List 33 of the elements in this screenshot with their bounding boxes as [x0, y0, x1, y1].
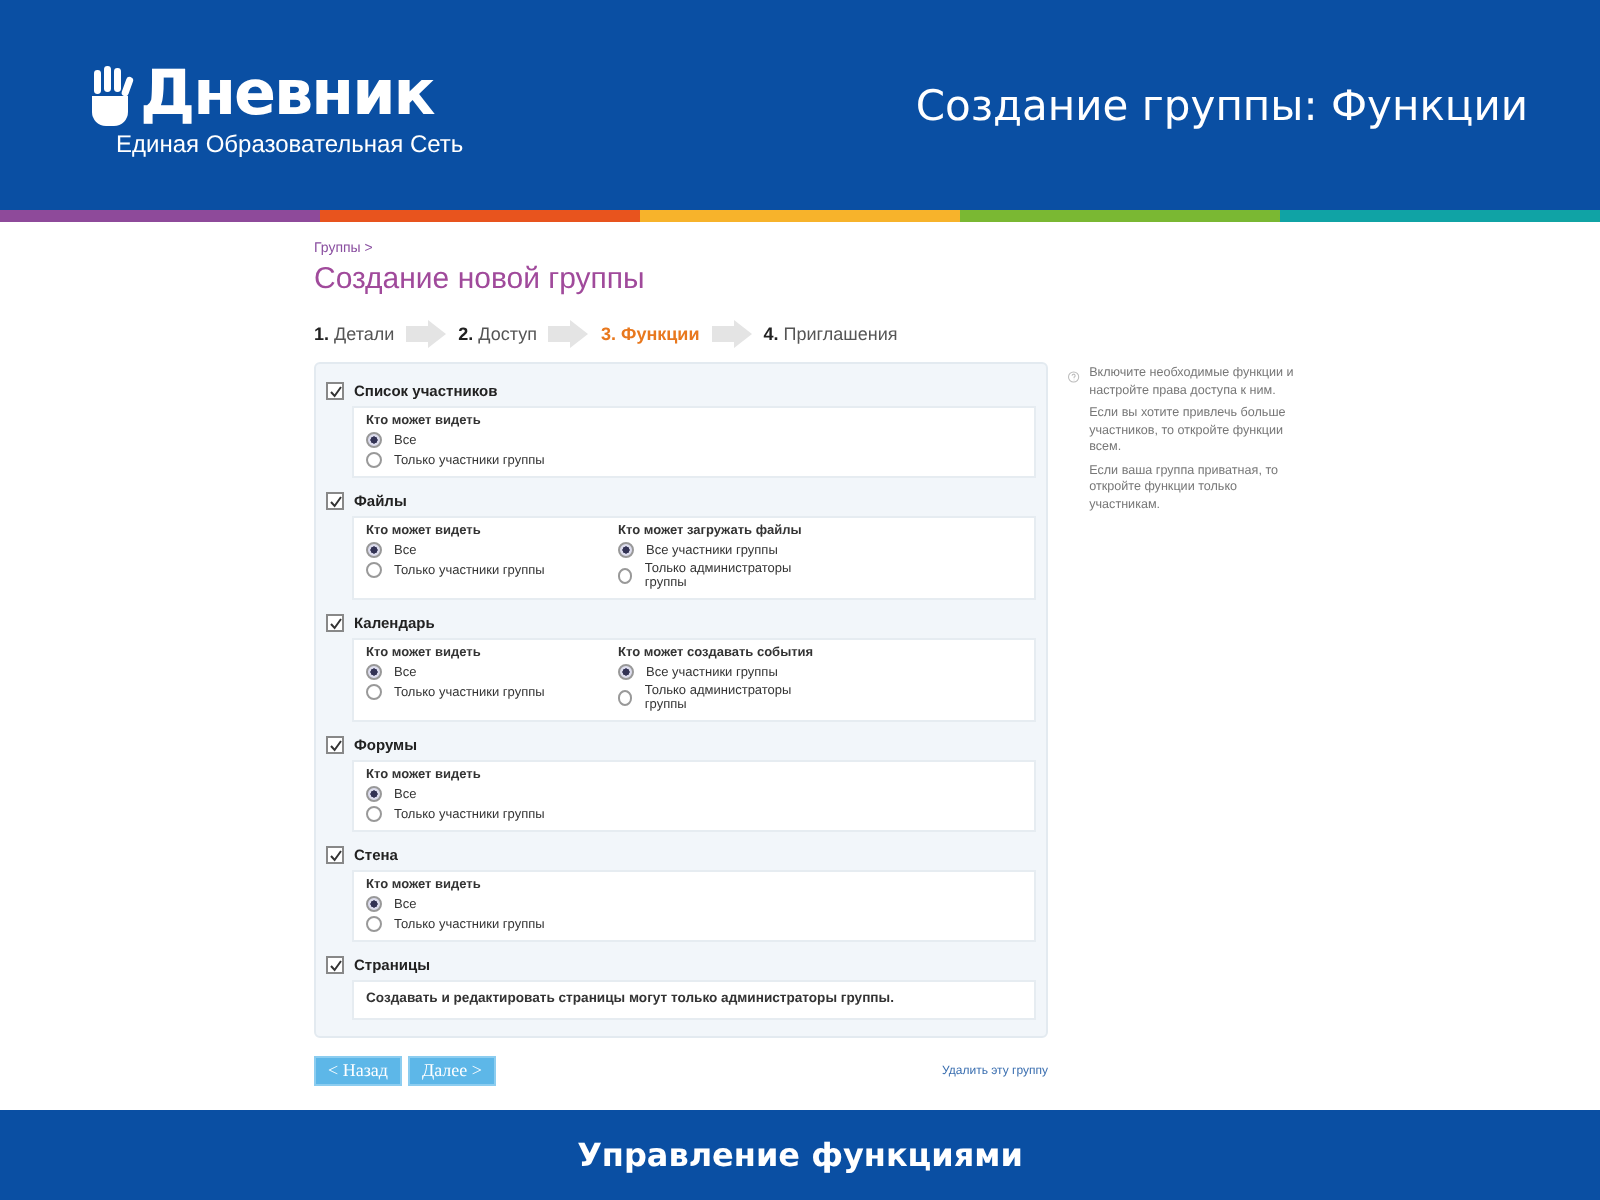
logo-subtitle: Единая Образовательная Сеть: [114, 130, 464, 158]
wizard-step[interactable]: 4. Приглашения: [763, 324, 898, 344]
wizard-step[interactable]: 2. Доступ: [458, 324, 537, 344]
arrow-icon: [548, 320, 589, 348]
footer-title: Управление функциями: [577, 1136, 1023, 1174]
radio-button[interactable]: [366, 806, 382, 822]
radio-button[interactable]: [366, 542, 382, 558]
radio-button[interactable]: [366, 452, 382, 468]
arrow-icon: [406, 320, 447, 348]
radio-button[interactable]: [618, 542, 634, 558]
checkbox[interactable]: [326, 846, 344, 864]
radio-button[interactable]: [366, 916, 382, 932]
radio-button[interactable]: [618, 664, 634, 680]
logo-text: Дневник: [140, 64, 434, 126]
radio-button[interactable]: [618, 690, 633, 706]
page-title: Создание новой группы: [314, 262, 647, 296]
arrow-icon: [711, 320, 752, 348]
wizard-step[interactable]: 1. Детали: [314, 324, 395, 344]
slide-title: Создание группы: Функции: [915, 81, 1528, 129]
radio-button[interactable]: [366, 664, 382, 680]
checkbox[interactable]: [326, 382, 344, 400]
checkbox[interactable]: [326, 614, 344, 632]
radio-button[interactable]: [618, 568, 633, 584]
checkbox[interactable]: [326, 736, 344, 754]
radio-button[interactable]: [366, 562, 382, 578]
help-icon: [1068, 366, 1080, 388]
radio-button[interactable]: [366, 786, 382, 802]
checkbox[interactable]: [326, 956, 344, 974]
hand-icon: [88, 66, 136, 126]
radio-button[interactable]: [366, 432, 382, 448]
checkbox[interactable]: [326, 492, 344, 510]
radio-button[interactable]: [366, 684, 382, 700]
radio-button[interactable]: [366, 896, 382, 912]
